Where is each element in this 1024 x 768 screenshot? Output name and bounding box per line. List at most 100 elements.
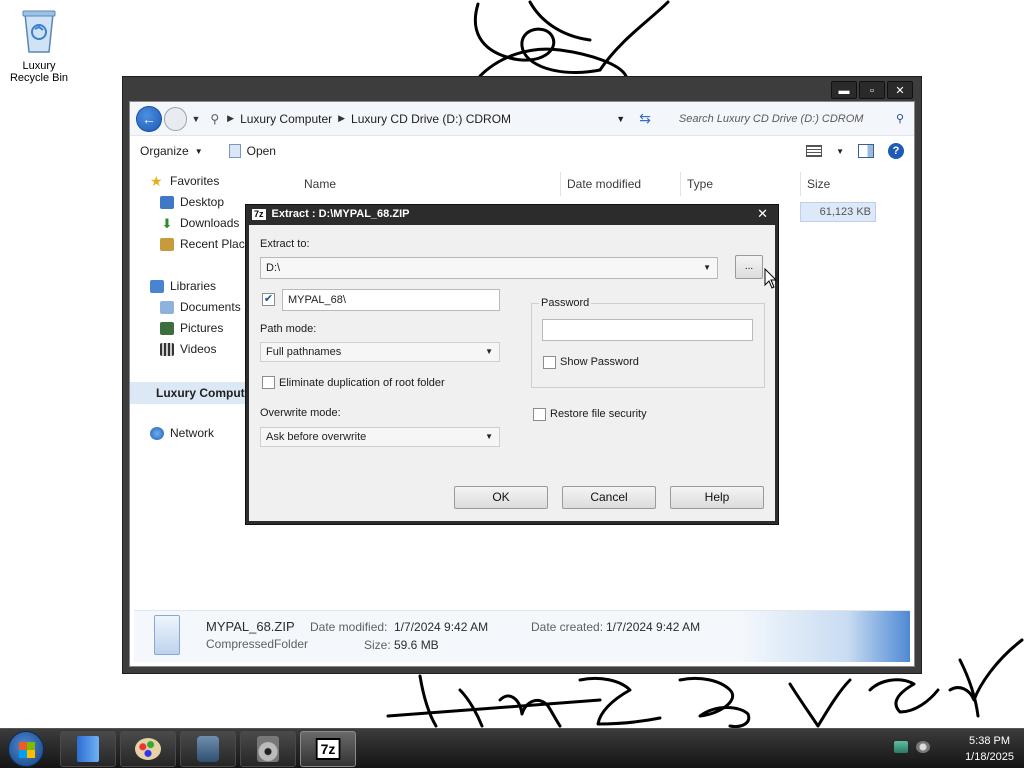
eliminate-duplication-checkbox[interactable] [262,376,275,389]
breadcrumb-cd-drive[interactable]: Luxury CD Drive (D:) CDROM [351,112,511,126]
password-group-label: Password [539,297,592,309]
documents-icon [160,300,174,314]
cd-disc-icon [257,736,279,762]
nav-favorites[interactable]: ★ Favorites [150,174,219,189]
details-pane: MYPAL_68.ZIP CompressedFolder Date modif… [134,610,910,662]
taskbar: 7z 5:38 PM 1/18/2025 [0,728,1024,768]
cancel-button[interactable]: Cancel [562,486,656,509]
taskbar-paint-button[interactable] [120,731,176,767]
recent-places-icon [160,237,174,251]
navigation-pane: ★ Favorites Desktop ⬇ Downloads Recent P… [130,166,257,606]
open-button[interactable]: Open [228,144,276,158]
nav-desktop-label: Desktop [180,195,225,209]
dialog-title: Extract : D:\MYPAL_68.ZIP [271,208,410,220]
recycle-bin-desktop-icon[interactable]: Luxury Recycle Bin [2,8,76,84]
restore-security-label[interactable]: Restore file security [550,408,647,420]
nav-libraries-label: Libraries [170,279,217,293]
address-dropdown-icon[interactable]: ▼ [616,114,625,124]
nav-downloads[interactable]: ⬇ Downloads [160,216,240,230]
col-size[interactable]: Size [800,172,900,196]
password-input[interactable] [542,319,753,341]
maximize-button[interactable]: ▫ [859,81,885,99]
taskbar-7zip-button[interactable]: 7z [300,731,356,767]
preview-pane-icon[interactable] [858,144,874,158]
clock-date: 1/18/2025 [965,751,1014,763]
command-bar: Organize ▼ Open ▼ ? [130,136,914,166]
nav-network[interactable]: Network [150,426,214,440]
organize-button[interactable]: Organize ▼ [140,144,203,158]
taskbar-cd-button[interactable] [240,731,296,767]
change-view-icon[interactable] [806,145,823,157]
system-clock[interactable]: 5:38 PM 1/18/2025 [965,734,1014,764]
view-options-dropdown-icon[interactable]: ▼ [836,147,844,156]
path-mode-value: Full pathnames [266,346,342,358]
recent-pages-dropdown-icon[interactable]: ▼ [191,114,200,124]
details-date-modified-label: Date modified: [310,620,388,634]
nav-desktop[interactable]: Desktop [160,195,224,209]
clock-time: 5:38 PM [969,735,1011,747]
file-row-size[interactable]: 61,123 KB [800,202,876,222]
nav-videos-label: Videos [180,342,217,356]
eliminate-duplication-label[interactable]: Eliminate duplication of root folder [279,377,445,389]
dialog-title-bar[interactable]: 7z Extract : D:\MYPAL_68.ZIP [246,205,778,223]
nav-libraries[interactable]: Libraries [150,279,216,293]
col-type[interactable]: Type [680,172,800,196]
back-button[interactable]: ← [136,105,162,132]
media-player-icon [197,736,219,762]
overwrite-mode-select[interactable]: Ask before overwrite ▼ [260,427,500,447]
close-button[interactable]: ✕ [887,81,913,99]
desktop-icon [160,195,174,209]
taskbar-media-player-button[interactable] [180,731,236,767]
network-tray-icon[interactable] [894,741,908,753]
nav-luxury-computer[interactable]: Luxury Computer [130,382,248,404]
extract-to-value: D:\ [266,262,281,274]
help-button[interactable]: Help [670,486,764,509]
folder-name-checkbox[interactable]: ✔ [262,293,275,306]
ok-button[interactable]: OK [454,486,548,509]
open-label: Open [246,144,276,158]
folder-name-input[interactable]: MYPAL_68\ [282,289,500,311]
open-file-icon [228,144,241,158]
zip-file-icon [154,615,180,655]
search-icon[interactable]: ⚲ [896,112,904,125]
details-date-modified: 1/7/2024 9:42 AM [394,620,489,634]
show-password-label[interactable]: Show Password [560,356,639,368]
search-placeholder: Search Luxury CD Drive (D:) CDROM [678,112,864,125]
libraries-icon [150,279,164,293]
pictures-icon [160,321,174,335]
nav-recent-places[interactable]: Recent Places [160,237,257,251]
chevron-down-icon: ▼ [485,432,493,441]
dialog-close-button[interactable]: ✕ [757,206,768,222]
help-icon[interactable]: ? [888,143,904,159]
chevron-down-icon: ▼ [194,146,203,156]
refresh-icon[interactable]: ⇆ [639,110,651,127]
overwrite-mode-value: Ask before overwrite [266,431,367,443]
details-date-created-label: Date created: [531,620,604,634]
dialog-body: Extract to: D:\ ▼ ... ✔ MYPAL_68\ Path m… [249,225,775,521]
browse-button[interactable]: ... [735,255,763,279]
chevron-down-icon[interactable]: ▼ [703,258,711,278]
forward-button[interactable] [163,106,188,131]
search-input[interactable]: Search Luxury CD Drive (D:) CDROM ⚲ [671,107,908,131]
col-date-modified[interactable]: Date modified [560,172,680,196]
start-button[interactable] [8,731,44,767]
path-mode-label: Path mode: [260,323,317,335]
breadcrumb-computer[interactable]: Luxury Computer [240,112,332,126]
address-bar[interactable]: ⚲ ▶ Luxury Computer ▶ Luxury CD Drive (D… [210,107,625,131]
minimize-button[interactable]: ▬ [831,81,857,99]
show-password-checkbox[interactable] [543,356,556,369]
computer-icon: ⚲ [210,111,220,126]
nav-pictures[interactable]: Pictures [160,321,223,335]
details-date-created: 1/7/2024 9:42 AM [606,620,701,634]
recycle-bin-icon [17,8,61,54]
restore-security-checkbox[interactable] [533,408,546,421]
taskbar-explorer-button[interactable] [60,731,116,767]
path-mode-select[interactable]: Full pathnames ▼ [260,342,500,362]
volume-tray-icon[interactable] [916,741,930,753]
extract-to-combobox[interactable]: D:\ ▼ [260,257,718,279]
nav-videos[interactable]: Videos [160,342,216,356]
col-name[interactable]: Name [298,172,560,196]
details-size: 59.6 MB [394,638,439,652]
windows-logo-icon-lower [19,750,35,758]
nav-documents[interactable]: Documents [160,300,241,314]
